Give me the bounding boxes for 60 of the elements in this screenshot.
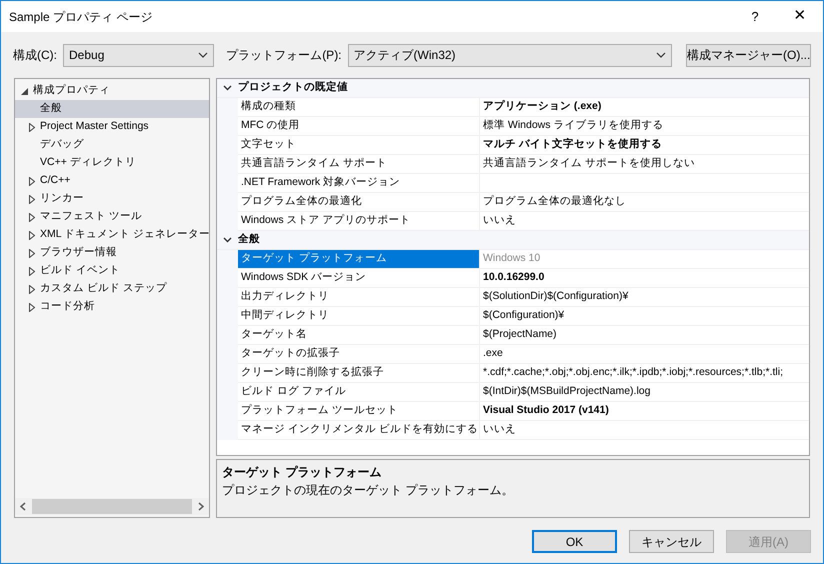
property-name[interactable]: ターゲット名 <box>238 326 480 345</box>
tree-item[interactable]: 全般 <box>15 100 209 118</box>
property-value[interactable]: 共通言語ランタイム サポートを使用しない <box>483 156 695 172</box>
property-value[interactable]: 10.0.16299.0 <box>483 270 544 286</box>
property-name[interactable]: Windows SDK バージョン <box>238 269 480 288</box>
tree-item[interactable]: 構成プロパティ <box>15 82 209 100</box>
tree-item[interactable]: VC++ ディレクトリ <box>15 154 209 172</box>
platform-dropdown[interactable]: アクティブ(Win32) <box>348 44 672 66</box>
configuration-manager-button[interactable]: 構成マネージャー(O)... <box>686 44 811 66</box>
property-value[interactable]: $(ProjectName) <box>483 327 557 343</box>
property-value[interactable]: $(SolutionDir)$(Configuration)¥ <box>483 289 628 305</box>
category-header[interactable]: 全般 <box>217 231 809 250</box>
tree-item[interactable]: デバッグ <box>15 136 209 154</box>
platform-label: プラットフォーム(P): <box>226 47 342 64</box>
property-name[interactable]: マネージ インクリメンタル ビルドを有効にする <box>238 421 480 440</box>
tree-item[interactable]: マニフェスト ツール <box>15 208 209 226</box>
property-value[interactable]: アプリケーション (.exe) <box>483 99 602 115</box>
property-value[interactable]: 標準 Windows ライブラリを使用する <box>483 118 664 134</box>
tree-item[interactable]: Project Master Settings <box>15 118 209 136</box>
property-name[interactable]: 出力ディレクトリ <box>238 288 480 307</box>
tree-item[interactable]: ブラウザー情報 <box>15 244 209 262</box>
tree-item[interactable]: リンカー <box>15 190 209 208</box>
configuration-dropdown[interactable]: Debug <box>63 44 214 66</box>
property-name[interactable]: クリーン時に削除する拡張子 <box>238 364 480 383</box>
tree-item[interactable]: コード分析 <box>15 298 209 316</box>
horizontal-scrollbar[interactable] <box>15 498 209 515</box>
description-title: ターゲット プラットフォーム <box>222 464 382 481</box>
dialog-button[interactable]: キャンセル <box>629 530 714 553</box>
category-header[interactable]: プロジェクトの既定値 <box>217 79 809 98</box>
property-value[interactable]: Visual Studio 2017 (v141) <box>483 403 609 419</box>
property-name[interactable]: プラットフォーム ツールセット <box>238 402 480 421</box>
property-value[interactable]: $(IntDir)$(MSBuildProjectName).log <box>483 384 650 400</box>
property-name[interactable]: MFC の使用 <box>238 117 480 136</box>
property-value[interactable]: いいえ <box>483 422 516 438</box>
description-text: プロジェクトの現在のターゲット プラットフォーム。 <box>222 482 514 499</box>
property-value[interactable]: $(Configuration)¥ <box>483 308 564 324</box>
property-name[interactable]: 構成の種類 <box>238 98 480 117</box>
property-name[interactable]: ビルド ログ ファイル <box>238 383 480 402</box>
tree-item[interactable]: カスタム ビルド ステップ <box>15 280 209 298</box>
tree-item[interactable]: C/C++ <box>15 172 209 190</box>
tree-item[interactable]: ビルド イベント <box>15 262 209 280</box>
property-name[interactable]: 共通言語ランタイム サポート <box>238 155 480 174</box>
chevron-down-icon <box>656 52 666 58</box>
close-button[interactable]: ✕ <box>777 1 823 32</box>
help-button[interactable]: ? <box>733 1 777 32</box>
property-name[interactable]: .NET Framework 対象バージョン <box>238 174 480 193</box>
property-value[interactable]: .exe <box>483 346 503 362</box>
property-name[interactable]: 中間ディレクトリ <box>238 307 480 326</box>
tree-item[interactable]: XML ドキュメント ジェネレーター <box>15 226 209 244</box>
property-value[interactable]: いいえ <box>483 213 516 229</box>
property-value[interactable]: マルチ バイト文字セットを使用する <box>483 137 662 153</box>
chevron-down-icon <box>198 52 208 58</box>
property-name[interactable]: 文字セット <box>238 136 480 155</box>
property-value[interactable]: *.cdf;*.cache;*.obj;*.obj.enc;*.ilk;*.ipdb;*.iobj;*.resources;*.tlb;*.tli; <box>483 365 783 381</box>
property-name[interactable]: ターゲットの拡張子 <box>238 345 480 364</box>
property-value[interactable]: プログラム全体の最適化なし <box>483 194 626 210</box>
property-name[interactable]: プログラム全体の最適化 <box>238 193 480 212</box>
configuration-label: 構成(C): <box>13 47 57 64</box>
window-title: Sample プロパティ ページ <box>9 8 154 26</box>
dialog-button[interactable]: OK <box>532 530 617 553</box>
